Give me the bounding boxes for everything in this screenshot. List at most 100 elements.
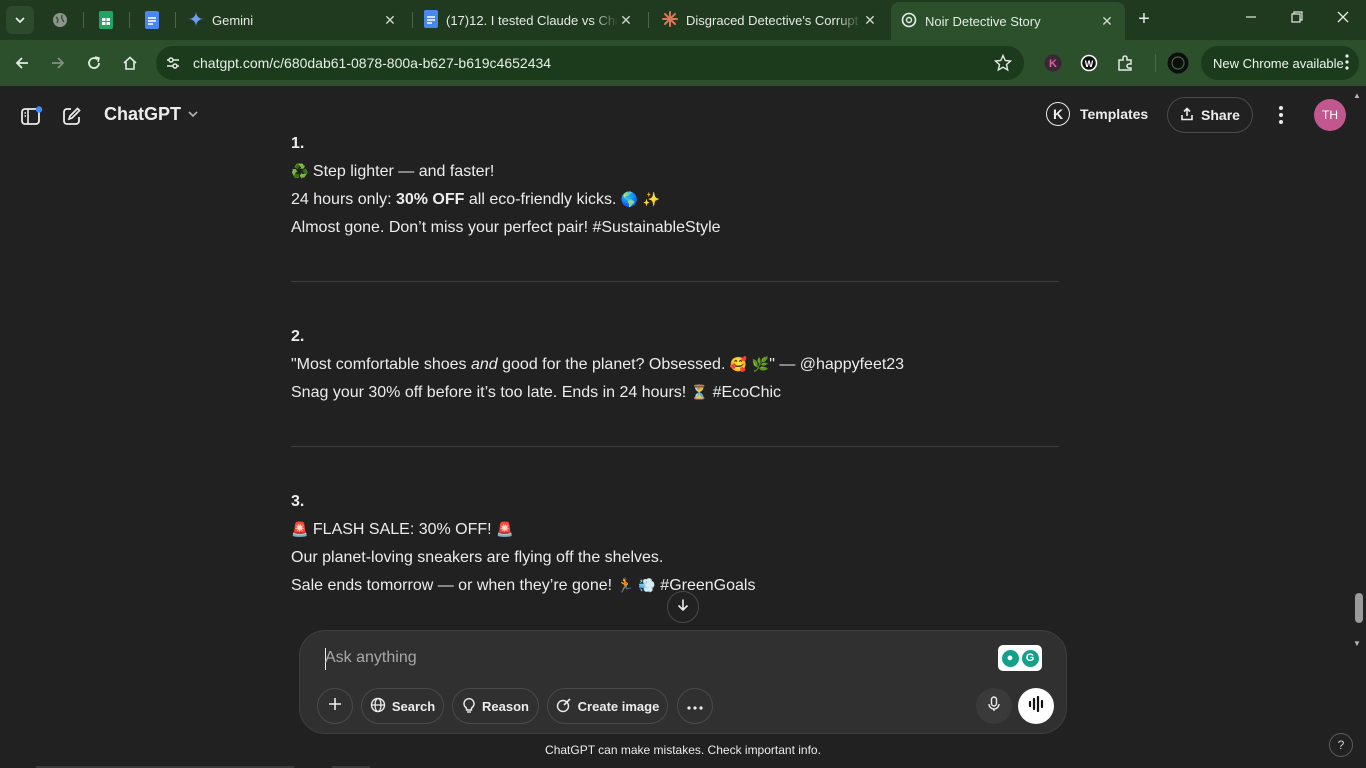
create-image-label: Create image	[577, 698, 660, 714]
voice-wave-icon	[1027, 695, 1045, 717]
profile-icon[interactable]	[1166, 51, 1190, 75]
pinned-tab-docs-icon[interactable]	[140, 8, 164, 32]
search-button[interactable]: Search	[361, 688, 444, 724]
share-icon	[1180, 106, 1194, 124]
templates-label: Templates	[1080, 106, 1149, 122]
microphone-icon	[987, 695, 1001, 717]
restore-icon[interactable]	[1287, 10, 1307, 30]
help-button[interactable]: ?	[1329, 733, 1353, 757]
url-text: chatgpt.com/c/680dab61-0878-800a-b627-b6…	[193, 55, 552, 71]
chevron-down-icon	[187, 104, 199, 125]
chatgpt-app: ChatGPT K Templates Share TH 1. ♻️ Step …	[0, 87, 1366, 768]
model-selector[interactable]: ChatGPT	[104, 104, 199, 125]
line-text: 24 hours only:	[291, 191, 396, 208]
response-line: Snag your 30% off before it’s too late. …	[291, 379, 1061, 407]
tab-title: Noir Detective Story	[925, 13, 1041, 29]
lightbulb-icon	[462, 697, 476, 716]
forward-icon[interactable]	[46, 51, 70, 75]
siren-emoji: 🚨	[291, 522, 309, 538]
tab-close-icon[interactable]: ✕	[1099, 13, 1115, 30]
grammarly-bulb-icon: ●	[1001, 649, 1019, 667]
scroll-up-arrow-icon[interactable]: ▲	[1353, 91, 1361, 100]
line-text: Sale ends tomorrow — or when they’re gon…	[291, 577, 613, 594]
response-item-3: 3. 🚨 FLASH SALE: 30% OFF! 🚨 Our planet-l…	[291, 488, 1061, 600]
templates-k-icon: K	[1046, 102, 1070, 126]
more-tools-button[interactable]	[677, 688, 713, 724]
docs-icon	[424, 9, 438, 31]
globe-sparkle-emoji: 🌎 ✨	[620, 192, 661, 208]
site-info-icon[interactable]	[165, 55, 181, 76]
new-chrome-available-button[interactable]: New Chrome available	[1201, 46, 1359, 80]
runner-dash-emoji: 🏃 💨	[616, 578, 656, 594]
response-line: 24 hours only: 30% OFF all eco-friendly …	[291, 186, 1061, 214]
extension-k-icon[interactable]: K	[1041, 51, 1065, 75]
prompt-input[interactable]: Ask anything	[325, 649, 417, 667]
sidebar-toggle-icon[interactable]	[20, 104, 44, 128]
response-line: Our planet-loving sneakers are flying of…	[291, 549, 664, 566]
grammarly-widget[interactable]: ● G	[998, 645, 1042, 671]
dictate-button[interactable]	[976, 688, 1012, 724]
home-icon[interactable]	[118, 51, 142, 75]
extensions-puzzle-icon[interactable]	[1113, 51, 1137, 75]
divider	[291, 446, 1059, 447]
address-bar[interactable]: chatgpt.com/c/680dab61-0878-800a-b627-b6…	[156, 46, 1024, 80]
tab-title: (17)12. I tested Claude vs ChatGPT	[446, 12, 618, 28]
line-text: "Most comfortable shoes	[291, 356, 471, 373]
tab-claude-vs-chatgpt[interactable]: (17)12. I tested Claude vs ChatGPT ✕	[414, 4, 644, 36]
back-icon[interactable]	[10, 51, 34, 75]
pinned-tab-sheets-icon[interactable]	[94, 8, 118, 32]
line-italic: and	[470, 356, 498, 373]
extension-w-icon[interactable]: W	[1077, 51, 1101, 75]
avatar[interactable]: TH	[1314, 99, 1346, 131]
reason-button[interactable]: Reason	[452, 688, 539, 724]
voice-mode-button[interactable]	[1018, 688, 1054, 724]
response-line: 🚨 FLASH SALE: 30% OFF! 🚨	[291, 516, 1061, 544]
browser-toolbar: chatgpt.com/c/680dab61-0878-800a-b627-b6…	[0, 40, 1366, 86]
globe-icon	[370, 697, 386, 716]
create-image-button[interactable]: Create image	[547, 688, 668, 724]
grammarly-g-icon: G	[1021, 649, 1039, 667]
chrome-menu-icon[interactable]	[1345, 54, 1349, 73]
new-chat-icon[interactable]	[60, 104, 84, 128]
reload-icon[interactable]	[82, 51, 106, 75]
minimize-icon[interactable]	[1241, 10, 1261, 30]
more-options-icon[interactable]	[1271, 103, 1291, 127]
smile-leaf-emoji: 🥰 🌿	[729, 357, 770, 373]
model-name: ChatGPT	[104, 104, 182, 124]
new-chrome-label: New Chrome available	[1213, 55, 1344, 71]
tab-noir-detective-story[interactable]: Noir Detective Story ✕	[891, 2, 1125, 40]
item-number: 2.	[291, 328, 305, 345]
tab-close-icon[interactable]: ✕	[618, 12, 634, 29]
tab-close-icon[interactable]: ✕	[382, 12, 398, 29]
templates-button[interactable]: K Templates	[1046, 102, 1148, 126]
line-text: Snag your 30% off before it’s too late. …	[291, 384, 687, 401]
svg-text:W: W	[1085, 59, 1094, 69]
siren-emoji: 🚨	[496, 522, 514, 538]
tab-title: Disgraced Detective's Corrupt Case	[686, 12, 862, 28]
new-tab-icon[interactable]: +	[1132, 8, 1156, 32]
share-button[interactable]: Share	[1167, 97, 1253, 133]
scroll-to-bottom-button[interactable]	[667, 591, 699, 623]
scrollbar-thumb[interactable]	[1355, 593, 1363, 623]
image-brush-icon	[556, 697, 572, 716]
attach-button[interactable]	[317, 688, 353, 724]
arrow-down-icon	[676, 598, 690, 617]
tab-search-dropdown-icon[interactable]	[6, 6, 34, 34]
response-item-2: 2. "Most comfortable shoes and good for …	[291, 323, 1061, 407]
line-text: Step lighter — and faster!	[312, 163, 495, 180]
tab-title: Gemini	[212, 12, 254, 28]
tab-close-icon[interactable]: ✕	[862, 12, 878, 29]
close-window-icon[interactable]	[1333, 10, 1353, 30]
bookmark-star-icon[interactable]	[993, 53, 1013, 77]
tab-gemini[interactable]: Gemini ✕	[178, 4, 408, 36]
scroll-down-arrow-icon[interactable]: ▼	[1353, 639, 1361, 648]
disclaimer-text: ChatGPT can make mistakes. Check importa…	[545, 743, 821, 757]
tab-disgraced-detective[interactable]: Disgraced Detective's Corrupt Case ✕	[652, 4, 888, 36]
pinned-tab-globe-icon[interactable]	[48, 8, 72, 32]
line-text: FLASH SALE: 30% OFF!	[312, 521, 492, 538]
browser-tab-strip: Gemini ✕ (17)12. I tested Claude vs Chat…	[0, 0, 1366, 40]
line-text: " — @happyfeet23	[769, 356, 905, 373]
plus-icon	[328, 697, 342, 716]
search-label: Search	[391, 698, 436, 714]
line-bold: 30% OFF	[395, 191, 465, 208]
